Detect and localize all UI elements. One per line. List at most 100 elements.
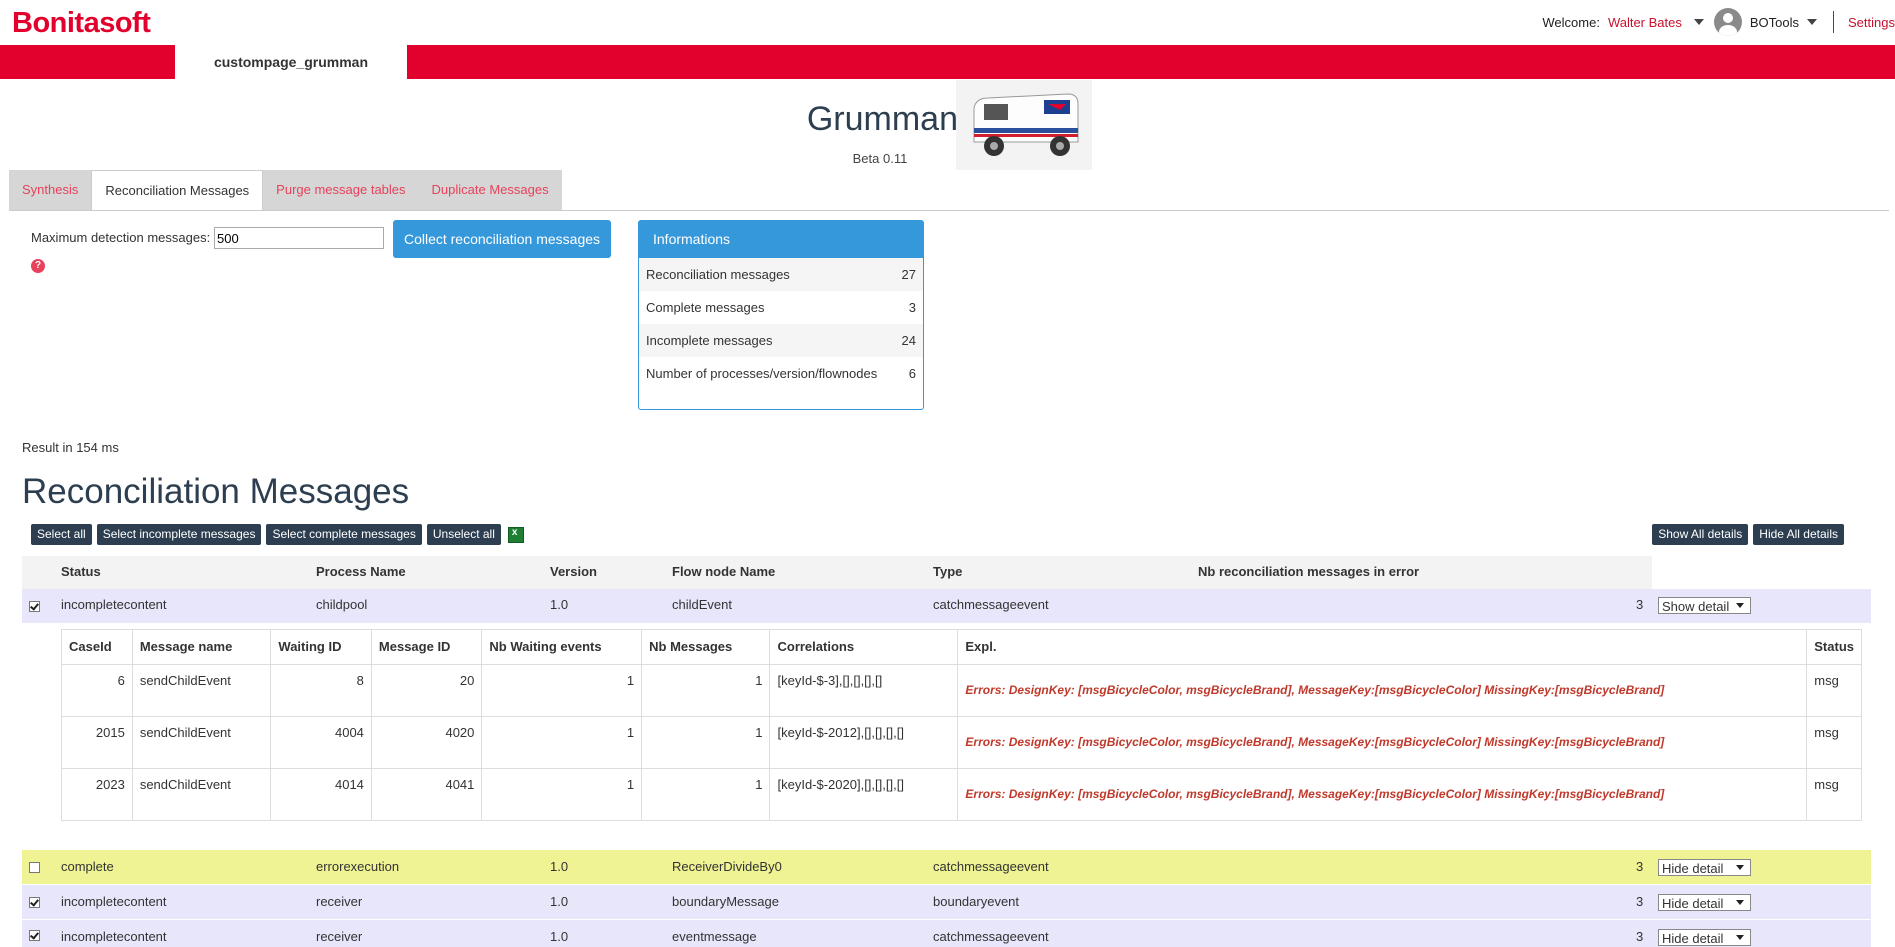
section-title: Reconciliation Messages: [22, 472, 410, 511]
detail-correlations: [keyId-$-2020],[],[],[],[]: [769, 768, 959, 821]
detail-select[interactable]: Hide detail: [1658, 929, 1751, 946]
column-header[interactable]: Process Name: [316, 564, 406, 579]
info-row: Incomplete messages 24: [639, 324, 923, 357]
detail-toolbar: Show All details Hide All details: [1647, 524, 1844, 545]
page-tab[interactable]: custompage_grumman: [175, 45, 407, 79]
help-icon[interactable]: ?: [31, 259, 45, 273]
row-version: 1.0: [550, 859, 569, 874]
tab-reconciliation-messages[interactable]: Reconciliation Messages: [91, 170, 264, 210]
info-label: Complete messages: [646, 300, 765, 315]
column-header[interactable]: Nb reconciliation messages in error: [1198, 564, 1419, 579]
detail-select[interactable]: Hide detail: [1658, 859, 1751, 876]
user-menu-chevron-icon[interactable]: [1693, 19, 1704, 25]
tab-duplicate-messages[interactable]: Duplicate Messages: [419, 170, 562, 210]
select-incomplete-button[interactable]: Select incomplete messages: [96, 524, 262, 545]
detail-select-value: Hide detail: [1662, 931, 1724, 946]
select-complete-button[interactable]: Select complete messages: [266, 524, 422, 545]
info-value: 3: [908, 300, 916, 315]
row-version: 1.0: [550, 597, 569, 612]
detail-select[interactable]: Show detail: [1658, 597, 1751, 614]
detail-expl: Errors: DesignKey: [msgBicycleColor, msg…: [957, 664, 1808, 717]
logo-text: Bonitasoft: [12, 6, 151, 39]
row-checkbox[interactable]: [29, 601, 40, 612]
table-header: Status Process Name Version Flow node Na…: [22, 556, 1652, 589]
column-header[interactable]: Status: [61, 564, 101, 579]
table-row[interactable]: incompletecontent receiver 1.0 boundaryM…: [22, 885, 1871, 919]
chevron-down-icon: [1736, 603, 1744, 608]
tab-purge-message-tables[interactable]: Purge message tables: [263, 170, 418, 210]
detail-select-value: Hide detail: [1662, 896, 1724, 911]
detail-expl: Errors: DesignKey: [msgBicycleColor, msg…: [957, 716, 1808, 769]
excel-export-icon[interactable]: [507, 526, 524, 543]
detail-caseid: 2015: [61, 716, 133, 769]
row-process: childpool: [316, 597, 368, 612]
hide-all-details-button[interactable]: Hide All details: [1753, 524, 1844, 545]
column-header[interactable]: Version: [550, 564, 597, 579]
detail-column-header: Message name: [131, 629, 272, 665]
row-status: incompletecontent: [61, 597, 167, 612]
row-process: errorexecution: [316, 859, 400, 874]
detail-table: CaseId Message name Waiting ID Message I…: [61, 629, 1862, 821]
tab-synthesis[interactable]: Synthesis: [9, 170, 91, 210]
table-row[interactable]: incompletecontent receiver 1.0 eventmess…: [22, 920, 1871, 947]
row-flownode: childEvent: [672, 597, 732, 612]
error-text: Errors: DesignKey: [msgBicycleColor, msg…: [965, 735, 1665, 749]
row-checkbox[interactable]: [29, 930, 40, 941]
error-text: Errors: DesignKey: [msgBicycleColor, msg…: [965, 787, 1665, 801]
selection-toolbar: Select all Select incomplete messages Se…: [31, 524, 524, 545]
collect-button[interactable]: Collect reconciliation messages: [393, 220, 611, 258]
show-all-details-button[interactable]: Show All details: [1652, 524, 1749, 545]
user-name[interactable]: Walter Bates: [1608, 15, 1682, 30]
truck-image: [956, 80, 1092, 170]
row-nb-errors: 3: [1636, 859, 1644, 874]
divider: [1833, 11, 1835, 33]
page-title: Grumman: [806, 100, 958, 138]
detail-column-header: Expl.: [957, 629, 1808, 665]
row-process: receiver: [316, 929, 363, 944]
detail-nb-messages: 1: [641, 664, 771, 717]
detail-waiting-id: 4004: [270, 716, 372, 769]
detail-column-header: Status: [1806, 629, 1862, 665]
max-detection-input[interactable]: [214, 227, 384, 249]
detail-waiting-id: 4014: [270, 768, 372, 821]
row-version: 1.0: [550, 929, 569, 944]
column-header[interactable]: Type: [933, 564, 962, 579]
row-checkbox[interactable]: [29, 897, 40, 908]
detail-nb-waiting: 1: [481, 664, 643, 717]
row-nb-errors: 3: [1636, 597, 1644, 612]
profile-menu-chevron-icon[interactable]: [1807, 19, 1818, 25]
detail-column-header: Correlations: [769, 629, 959, 665]
row-nb-errors: 3: [1636, 894, 1644, 909]
detail-nb-waiting: 1: [481, 716, 643, 769]
profile-name[interactable]: BOTools: [1750, 15, 1799, 30]
detail-message-id: 20: [370, 664, 483, 717]
logo[interactable]: Bonitasoft: [12, 6, 151, 40]
detail-message-name: sendChildEvent: [131, 664, 272, 717]
select-all-button[interactable]: Select all: [31, 524, 92, 545]
info-value: 27: [901, 267, 916, 282]
table-row[interactable]: incompletecontent childpool 1.0 childEve…: [22, 589, 1871, 623]
avatar: [1713, 8, 1742, 36]
row-flownode: ReceiverDivideBy0: [672, 859, 782, 874]
settings-link[interactable]: Settings: [1848, 15, 1895, 30]
welcome-label: Welcome:: [1542, 14, 1600, 30]
row-checkbox[interactable]: [29, 862, 40, 873]
detail-column-header: CaseId: [61, 629, 133, 665]
detail-caseid: 2023: [61, 768, 133, 821]
unselect-all-button[interactable]: Unselect all: [426, 524, 501, 545]
detail-message-id: 4020: [370, 716, 483, 769]
row-process: receiver: [316, 894, 363, 909]
row-version: 1.0: [550, 894, 569, 909]
column-header[interactable]: Flow node Name: [672, 564, 775, 579]
row-flownode: boundaryMessage: [672, 894, 779, 909]
detail-column-header: Waiting ID: [270, 629, 372, 665]
row-type: catchmessageevent: [933, 859, 1049, 874]
detail-header-row: CaseId Message name Waiting ID Message I…: [61, 629, 1862, 665]
detail-column-header: Nb Messages: [641, 629, 771, 665]
info-value: 24: [901, 333, 916, 348]
table-row[interactable]: complete errorexecution 1.0 ReceiverDivi…: [22, 850, 1871, 884]
error-text: Errors: DesignKey: [msgBicycleColor, msg…: [965, 683, 1665, 697]
detail-caseid: 6: [61, 664, 133, 717]
detail-status: msg: [1806, 716, 1862, 769]
detail-select[interactable]: Hide detail: [1658, 894, 1751, 911]
